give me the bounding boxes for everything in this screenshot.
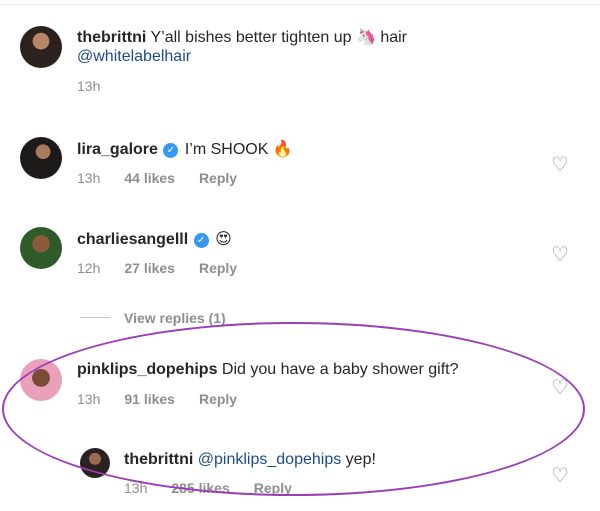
divider-line [80,317,110,318]
mention-link[interactable]: @pinklips_dopehips [198,451,341,468]
comment-text: charliesangelll ✓ 😍 [77,229,232,250]
heart-outline-icon[interactable]: ♡ [549,376,571,398]
comment-meta: 12h 27 likes Reply [77,260,237,276]
timestamp: 12h [77,260,101,276]
fire-emoji: 🔥 [272,139,293,158]
avatar[interactable] [20,227,62,269]
comment-body-end: hair [375,29,407,46]
avatar[interactable] [20,359,62,401]
timestamp: 13h [77,78,101,94]
username[interactable]: thebrittni [77,29,146,46]
comment-text: thebrittni @pinklips_dopehips yep! [124,450,376,470]
heart-outline-icon[interactable]: ♡ [549,464,571,486]
timestamp: 13h [77,391,101,407]
view-replies-link[interactable]: View replies (1) [80,310,226,326]
reply-button[interactable]: Reply [199,260,237,276]
comment-text: lira_galore ✓ I’m SHOOK 🔥 [77,139,293,160]
unicorn-emoji: 🦄 [355,27,376,46]
username[interactable]: charliesangelll [77,231,188,248]
likes-count[interactable]: 91 likes [124,391,175,407]
comment-meta: 13h 285 likes Reply [124,480,292,496]
likes-count[interactable]: 27 likes [124,260,175,276]
top-divider [0,0,600,5]
avatar[interactable] [20,26,62,68]
verified-badge-icon: ✓ [193,233,209,248]
likes-count[interactable]: 44 likes [124,170,175,186]
username[interactable]: lira_galore [77,141,158,158]
heart-outline-icon[interactable]: ♡ [549,243,571,265]
username[interactable]: pinklips_dopehips [77,361,217,378]
view-replies-label: View replies (1) [124,310,226,326]
mention-link[interactable]: @whitelabelhair [77,47,191,67]
verified-badge-icon: ✓ [163,143,179,158]
reply-button[interactable]: Reply [199,170,237,186]
comment-body: I’m SHOOK [184,141,273,158]
comment-text: pinklips_dopehips Did you have a baby sh… [77,360,459,380]
comment-meta: 13h 44 likes Reply [77,170,237,186]
comment-body: yep! [341,451,376,468]
avatar[interactable] [80,448,110,478]
username[interactable]: thebrittni [124,451,193,468]
comment-body: Y’all bishes better tighten up [150,29,356,46]
comment-meta: 13h 91 likes Reply [77,391,237,407]
reply-button[interactable]: Reply [199,391,237,407]
timestamp: 13h [77,170,101,186]
heart-outline-icon[interactable]: ♡ [549,153,571,175]
comment-body: Did you have a baby shower gift? [221,361,459,378]
avatar[interactable] [20,137,62,179]
likes-count[interactable]: 285 likes [171,480,229,496]
heart-eyes-emoji: 😍 [215,229,232,248]
timestamp: 13h [124,480,148,496]
comment-meta: 13h [77,78,100,94]
comment-text: thebrittni Y’all bishes better tighten u… [77,27,407,48]
reply-button[interactable]: Reply [254,480,292,496]
